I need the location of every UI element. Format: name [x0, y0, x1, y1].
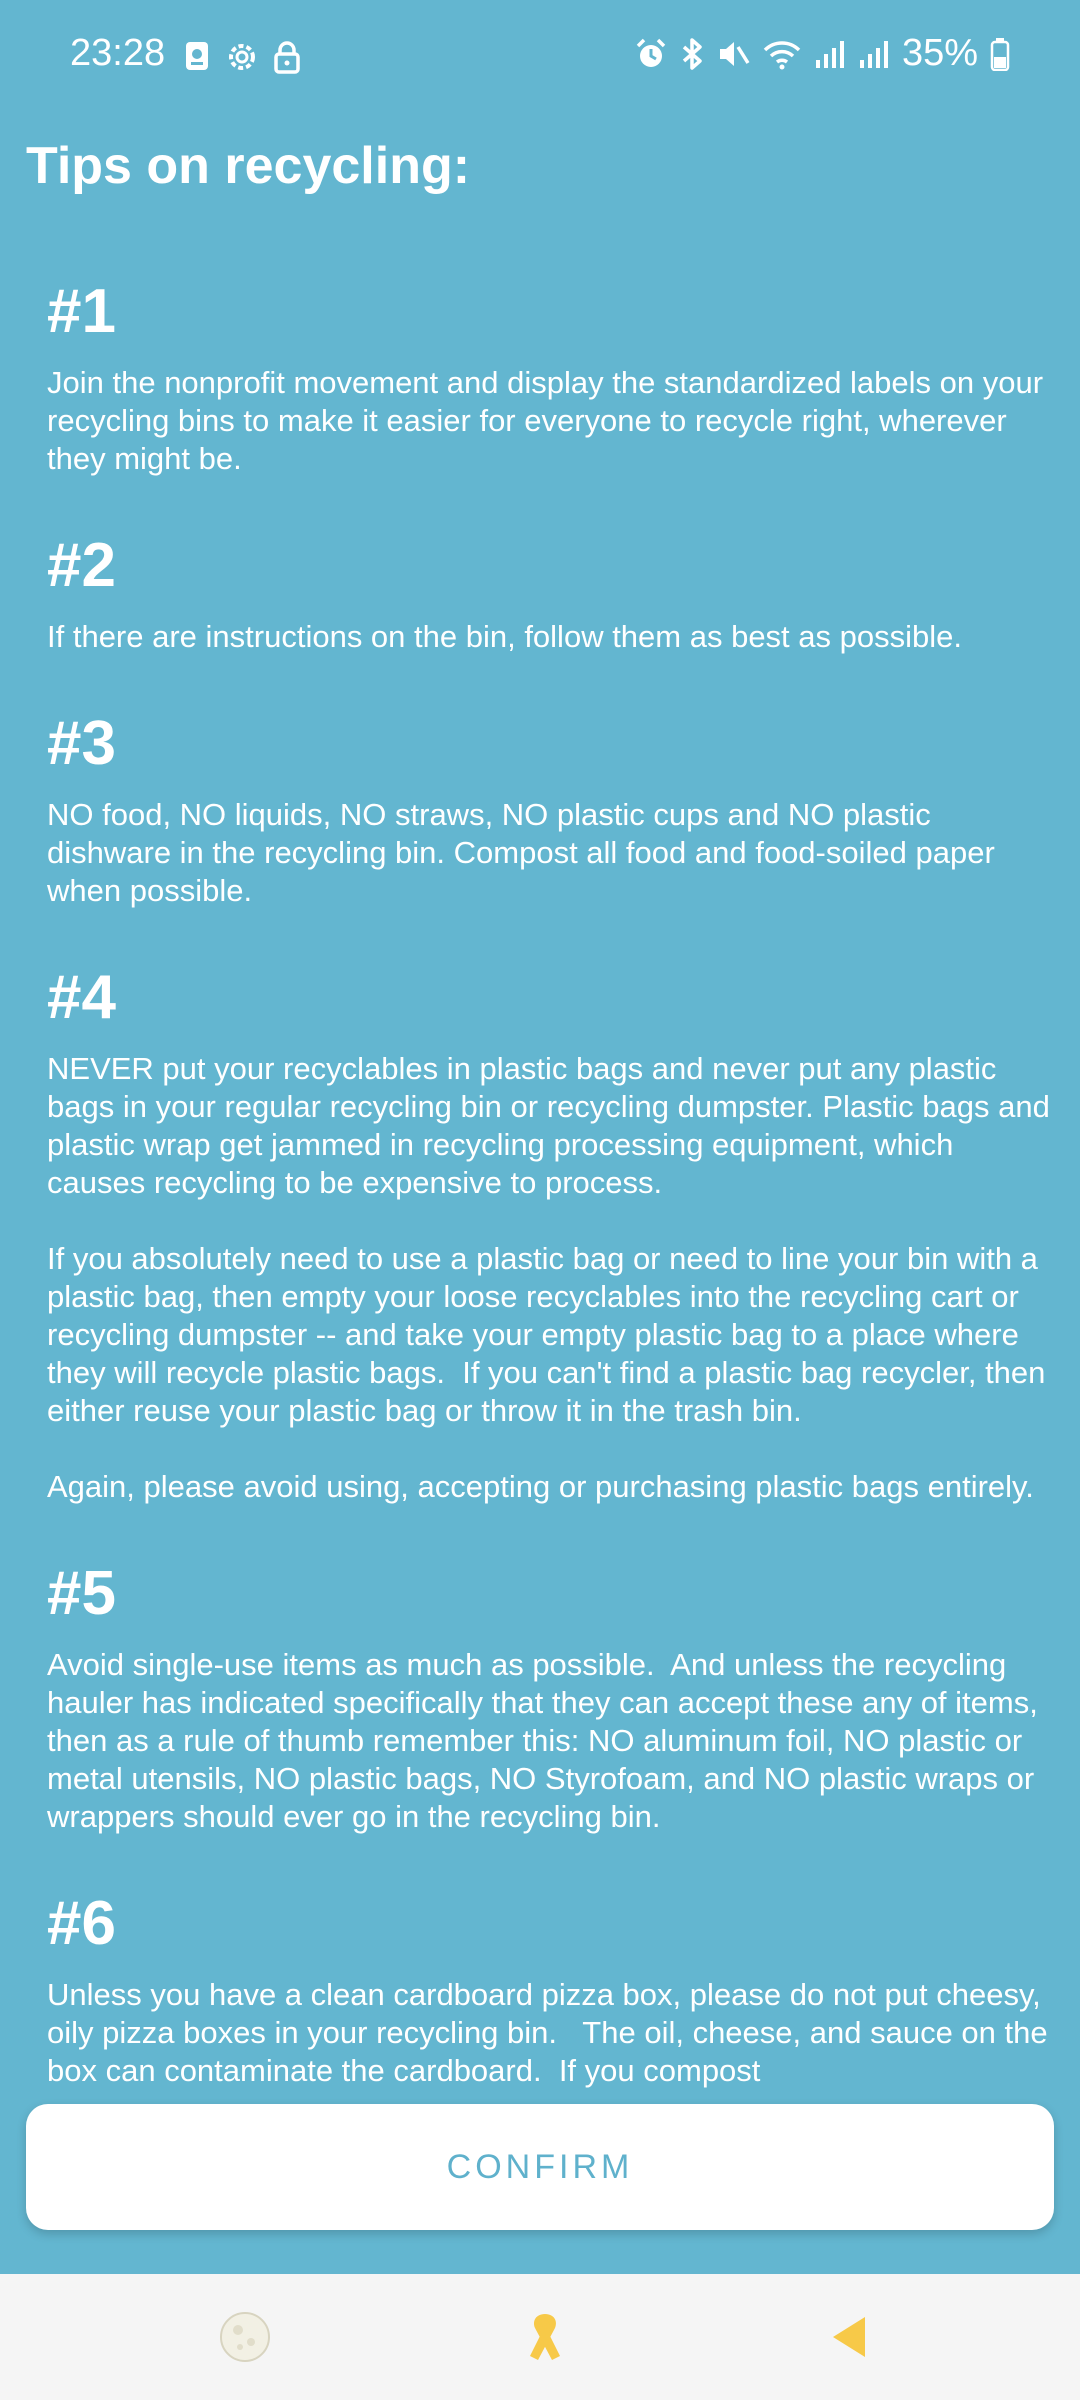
tip-number: #1 [47, 277, 116, 346]
nav-ribbon-button[interactable] [512, 2304, 578, 2370]
status-time: 23:28 [70, 32, 166, 74]
moon-icon [218, 2310, 272, 2364]
tip-number: #4 [47, 963, 116, 1032]
tips-list: #1 Join the nonprofit movement and displa… [0, 270, 1080, 2090]
wifi-icon [762, 38, 802, 70]
tip-text: Avoid single-use items as much as possib… [47, 1647, 1047, 1834]
bluetooth-icon [680, 37, 704, 71]
status-left-icons [183, 40, 301, 74]
tip-section: #2 If there are instructions on the bin, … [47, 524, 1050, 656]
lock-icon [273, 40, 301, 74]
tips-scroll-area[interactable]: #1 Join the nonprofit movement and displa… [0, 270, 1080, 2092]
battery-icon [990, 37, 1010, 71]
status-bar: 23:28 35% [0, 0, 1080, 120]
nav-moon-button[interactable] [212, 2304, 278, 2370]
status-right-icons: 35% [634, 32, 1010, 75]
tip-text: Unless you have a clean cardboard pizza … [47, 1977, 1057, 2088]
tip-text: Join the nonprofit movement and display … [47, 365, 1052, 476]
battery-percent: 35% [901, 32, 978, 74]
tip-section: #3 NO food, NO liquids, NO straws, NO pla… [47, 702, 1050, 910]
confirm-button[interactable]: CONFIRM [26, 2104, 1054, 2230]
ribbon-icon [522, 2310, 568, 2364]
tip-number: #3 [47, 709, 116, 778]
tip-text: NEVER put your recyclables in plastic ba… [47, 1051, 1059, 1200]
settings-gear-icon [225, 40, 259, 74]
tip-text: Again, please avoid using, accepting or … [47, 1469, 1034, 1504]
back-arrow-icon [829, 2315, 869, 2359]
page-title: Tips on recycling: [26, 137, 471, 195]
tip-number: #6 [47, 1889, 116, 1958]
mute-icon [716, 37, 750, 71]
tip-text: NO food, NO liquids, NO straws, NO plast… [47, 797, 1004, 908]
tip-number: #2 [47, 531, 116, 600]
tip-number: #5 [47, 1559, 116, 1628]
signal-icon [814, 38, 846, 70]
nav-back-button[interactable] [816, 2304, 882, 2370]
tip-section: #4 NEVER put your recyclables in plastic … [47, 956, 1050, 1506]
signal-icon [858, 38, 890, 70]
alarm-icon [634, 37, 668, 71]
screenshot-icon [183, 40, 211, 74]
tip-text: If there are instructions on the bin, fo… [47, 619, 962, 654]
tip-section: #1 Join the nonprofit movement and displa… [47, 270, 1050, 478]
bottom-nav [0, 2274, 1080, 2400]
tip-text: If you absolutely need to use a plastic … [47, 1241, 1055, 1428]
tip-section: #5 Avoid single-use items as much as poss… [47, 1552, 1050, 1836]
tip-section: #6 Unless you have a clean cardboard pizz… [47, 1882, 1050, 2090]
